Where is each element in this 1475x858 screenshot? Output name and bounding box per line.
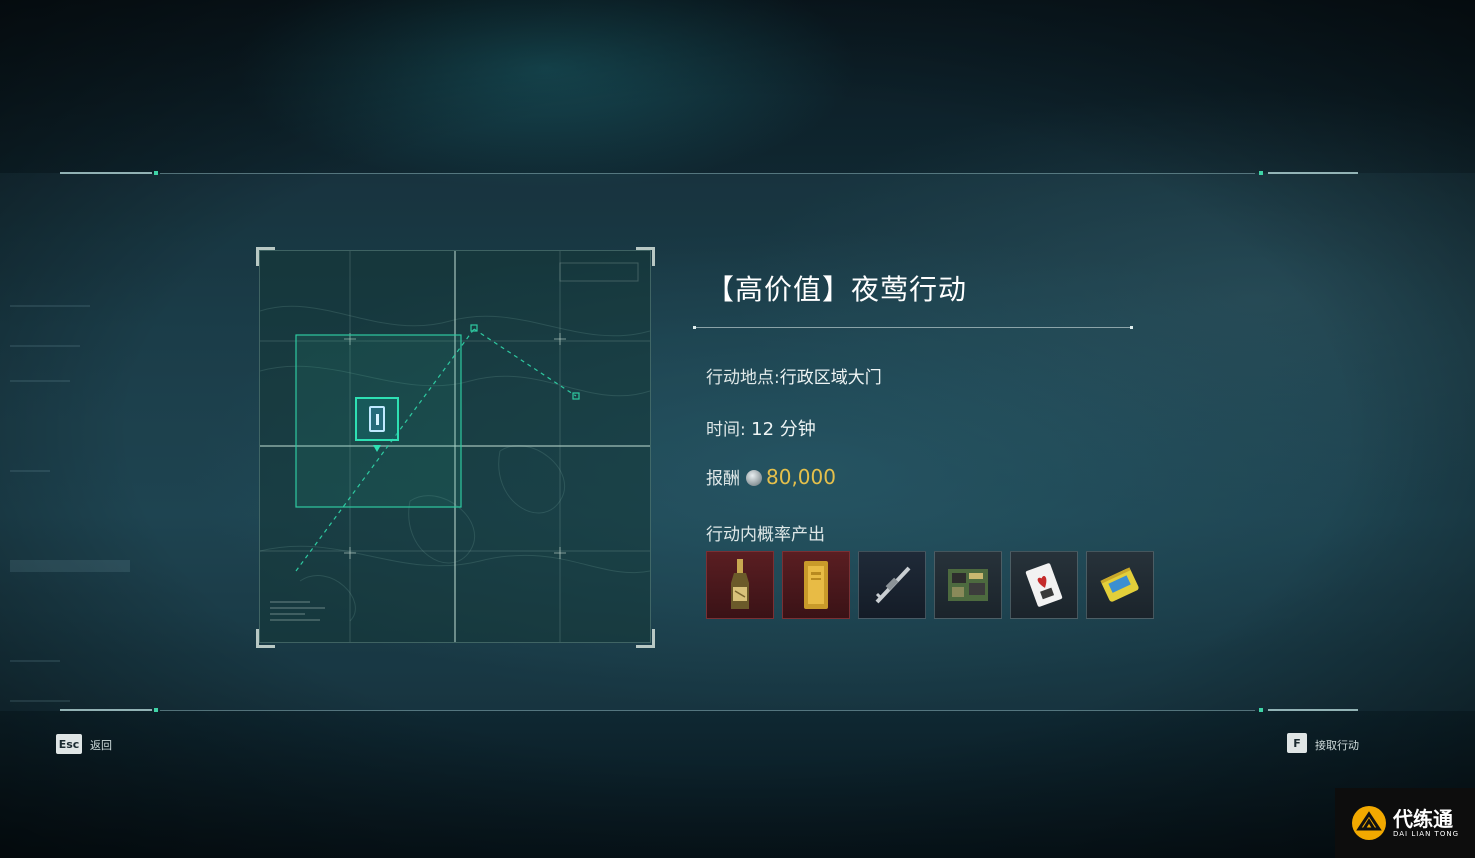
ghost-hud-line <box>10 380 70 382</box>
reward-label: 报酬 <box>706 469 740 489</box>
ghost-hud-line <box>10 305 90 307</box>
time-value: 12 分钟 <box>751 419 816 440</box>
playing-card-icon <box>1025 563 1063 607</box>
divider-dot <box>693 326 696 329</box>
mission-location: 行动地点:行政区域大门 <box>706 363 882 388</box>
hud-line <box>60 709 152 711</box>
location-value: 行政区域大门 <box>779 368 882 388</box>
loot-item[interactable] <box>1010 551 1078 619</box>
accept-mission-label[interactable]: 接取行动 <box>1315 737 1359 753</box>
loot-list <box>706 551 1154 619</box>
battery-icon <box>369 406 385 432</box>
hud-line <box>160 710 1255 711</box>
snack-bag-icon <box>1100 567 1139 602</box>
mission-map[interactable] <box>259 250 651 643</box>
hud-line <box>160 173 1255 174</box>
watermark-name: 代练通 <box>1393 807 1453 831</box>
ghost-hud-box <box>10 560 130 572</box>
ghost-hud-line <box>10 345 80 347</box>
loot-label: 行动内概率产出 <box>706 525 825 545</box>
hud-node <box>1259 708 1263 712</box>
mission-title: 【高价值】夜莺行动 <box>706 273 968 306</box>
loot-item[interactable] <box>858 551 926 619</box>
hud-line <box>1268 172 1358 174</box>
ghost-hud-line <box>10 470 50 472</box>
back-label[interactable]: 返回 <box>90 737 112 753</box>
map-grid <box>260 251 650 642</box>
hud-line <box>60 172 152 174</box>
watermark-subtitle: DAI LIAN TONG <box>1393 830 1460 838</box>
rifle-scope-icon <box>875 566 911 604</box>
mission-time: 时间: 12 分钟 <box>706 415 816 441</box>
map-corner-bracket <box>256 629 275 648</box>
divider-dot <box>1130 326 1133 329</box>
marker-pointer-icon <box>373 445 381 452</box>
objective-marker-icon[interactable] <box>355 397 399 441</box>
hud-node <box>154 708 158 712</box>
gold-bar-icon <box>804 561 828 609</box>
loot-item[interactable] <box>934 551 1002 619</box>
loot-item[interactable] <box>1086 551 1154 619</box>
time-label: 时间: <box>706 420 746 440</box>
f-key[interactable]: F <box>1287 733 1307 753</box>
hud-node <box>154 171 158 175</box>
hud-line <box>1268 709 1358 711</box>
map-corner-bracket <box>636 629 655 648</box>
watermark: 代练通 DAI LIAN TONG <box>1335 788 1475 858</box>
coin-icon <box>746 470 762 486</box>
map-corner-bracket <box>256 247 275 266</box>
mission-reward: 报酬 80,000 <box>706 464 836 489</box>
loot-item[interactable] <box>706 551 774 619</box>
location-label: 行动地点: <box>706 368 780 388</box>
ghost-hud-line <box>10 660 60 662</box>
loot-item[interactable] <box>782 551 850 619</box>
esc-key[interactable]: Esc <box>56 734 82 754</box>
circuit-board-icon <box>948 569 988 601</box>
daliantong-logo-icon <box>1352 806 1386 840</box>
title-divider <box>693 327 1133 328</box>
champagne-bottle-icon <box>731 559 749 609</box>
hud-node <box>1259 171 1263 175</box>
map-corner-bracket <box>636 247 655 266</box>
reward-value: 80,000 <box>766 465 836 489</box>
ghost-hud-line <box>10 700 70 702</box>
